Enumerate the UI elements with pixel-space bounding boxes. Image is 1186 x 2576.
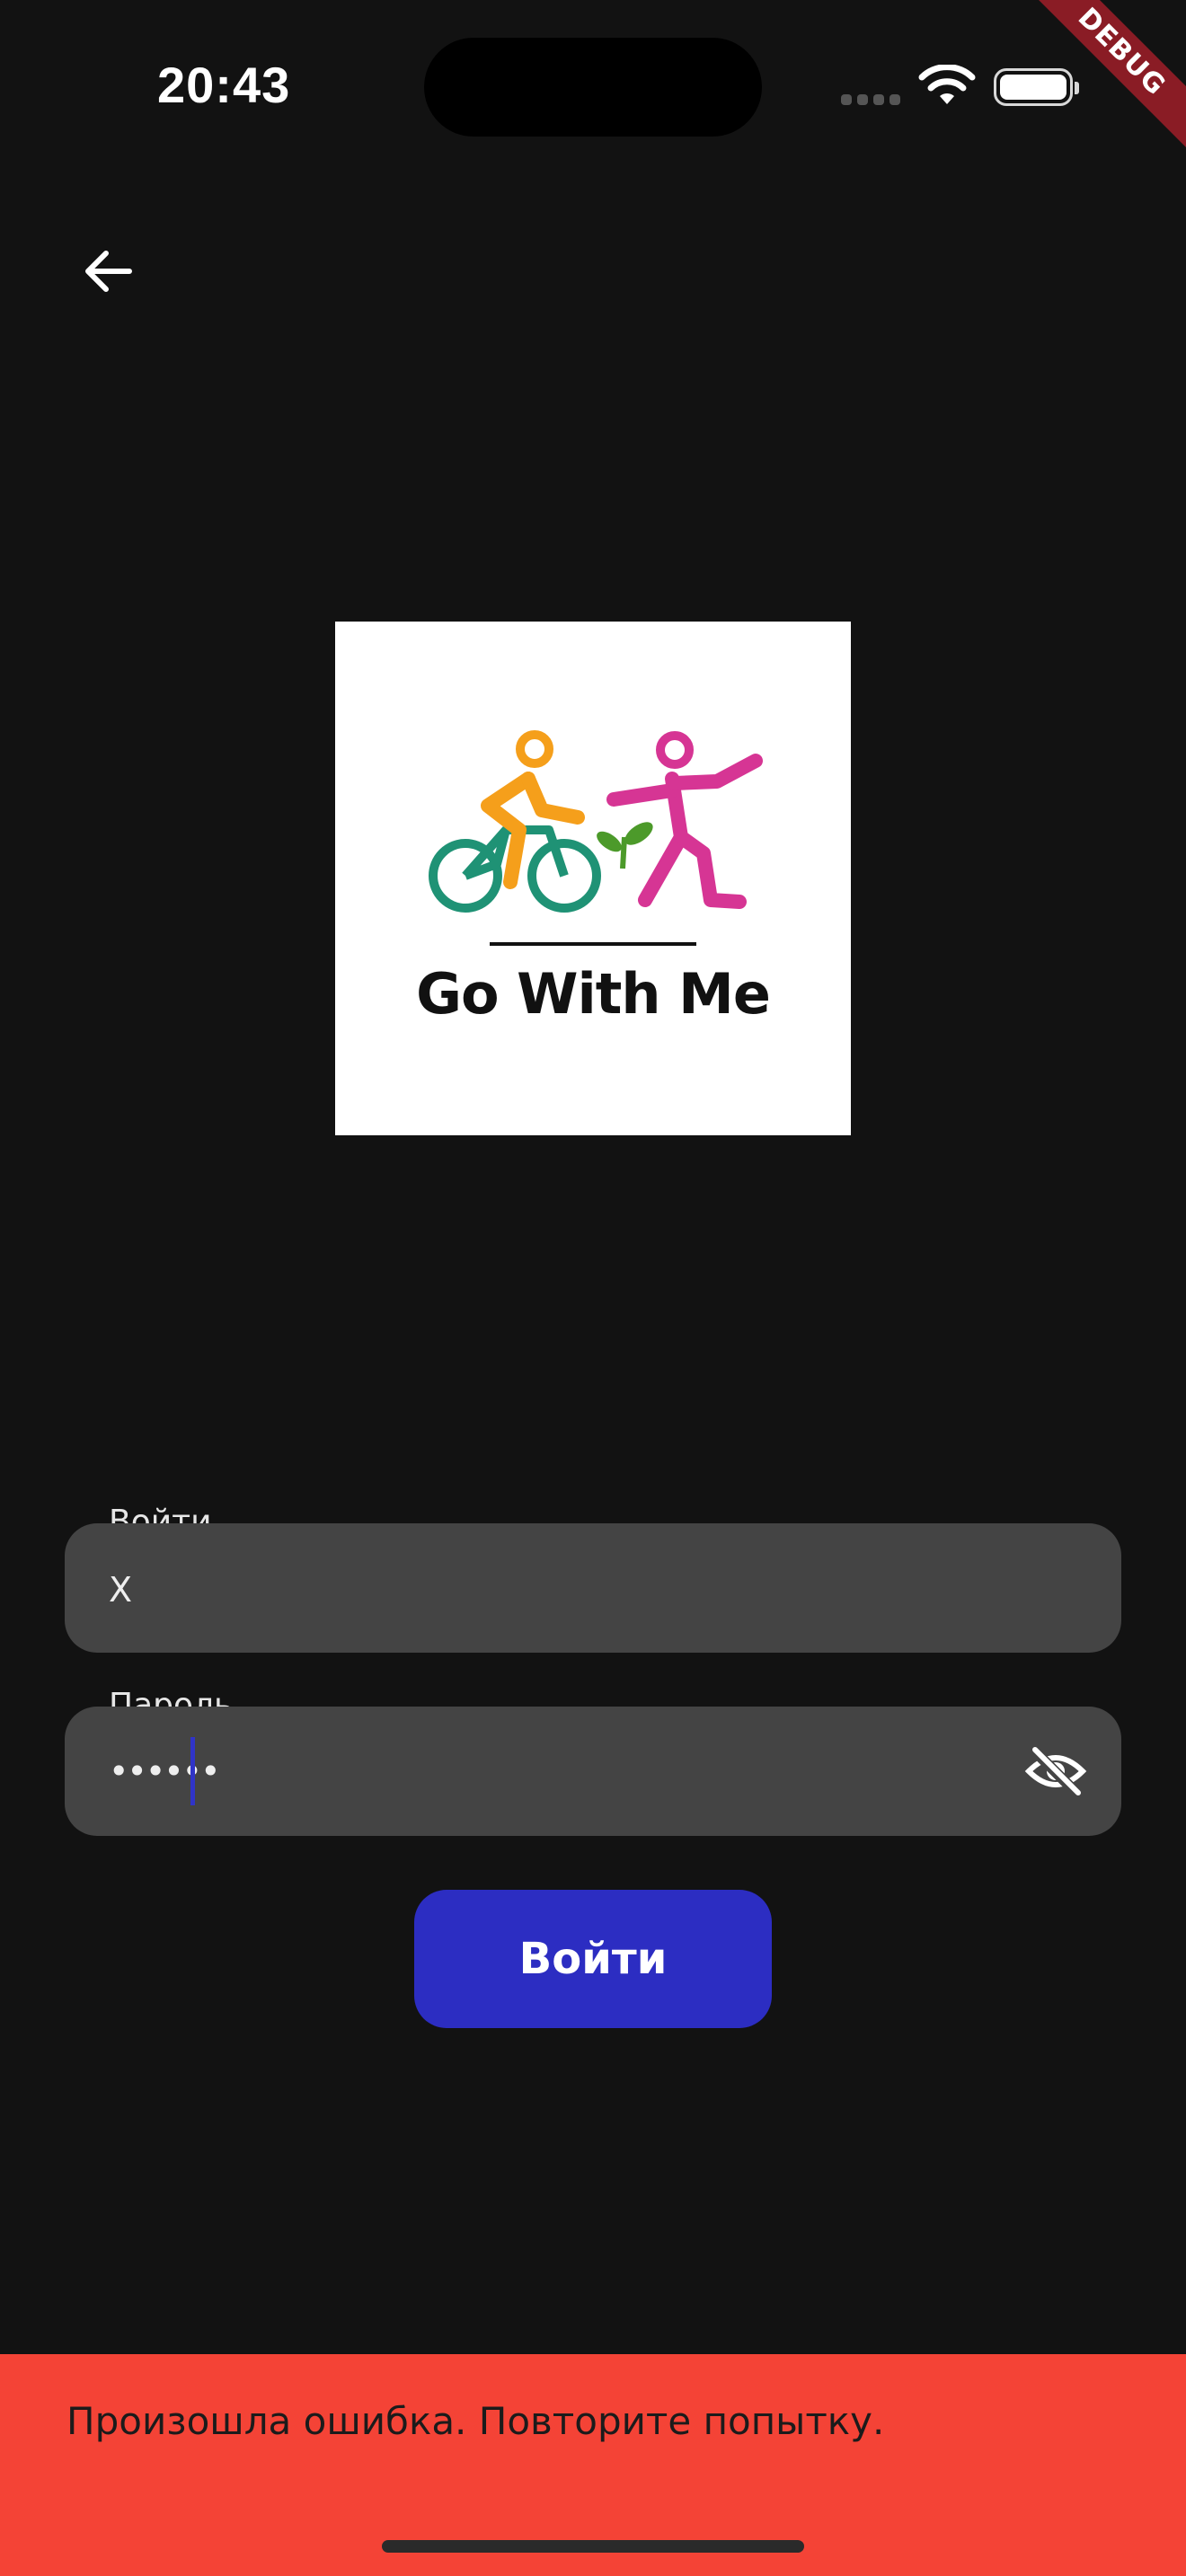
password-field-value: ••••••: [109, 1751, 220, 1791]
debug-banner: DEBUG: [1023, 0, 1186, 150]
back-button[interactable]: [72, 235, 144, 307]
arrow-left-icon: [85, 251, 132, 292]
login-button[interactable]: Войти: [414, 1890, 772, 2028]
wifi-icon: [918, 64, 976, 112]
dynamic-island: [424, 38, 762, 137]
login-field-value: X: [109, 1570, 133, 1610]
home-indicator[interactable]: [382, 2540, 804, 2553]
text-cursor: [190, 1737, 195, 1805]
cyclist-runner-logo-icon: [429, 730, 763, 913]
login-field[interactable]: X: [65, 1523, 1121, 1653]
debug-ribbon-container: DEBUG: [1006, 0, 1186, 180]
password-field[interactable]: ••••••: [65, 1707, 1121, 1836]
logo-title: Go With Me: [416, 961, 771, 1027]
eye-off-icon: [1024, 1745, 1087, 1799]
logo-divider: [490, 942, 696, 946]
app-logo: Go With Me: [335, 622, 851, 1135]
error-message: Произошла ошибка. Повторите попытку.: [66, 2399, 885, 2443]
cellular-signal-icon: [841, 93, 906, 110]
status-time: 20:43: [157, 57, 291, 113]
toggle-password-visibility-button[interactable]: [1024, 1744, 1087, 1799]
